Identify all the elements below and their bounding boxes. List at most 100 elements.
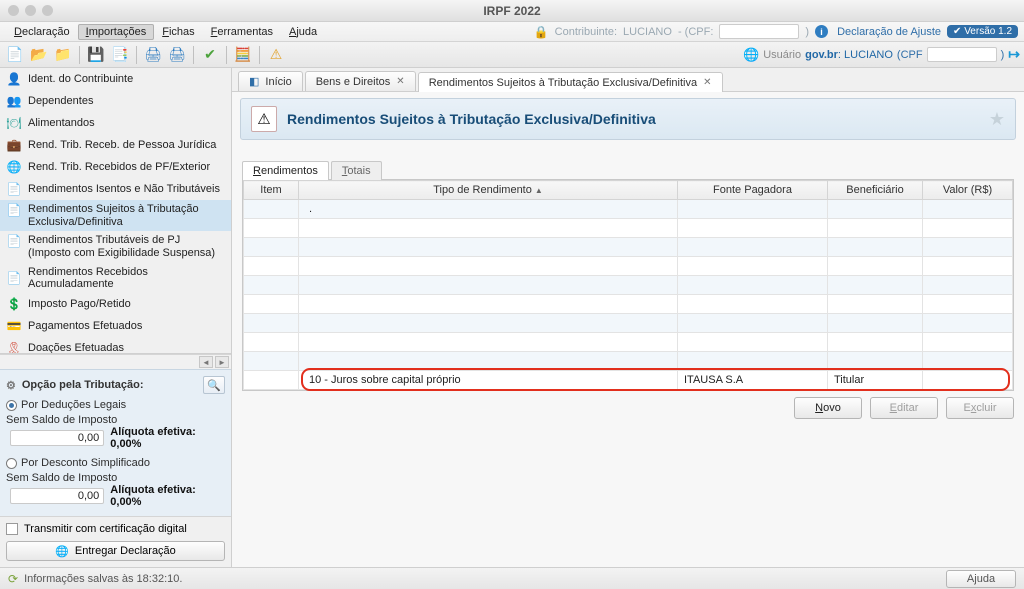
nav-item-icon: 🌐	[6, 159, 22, 175]
cell-tipo	[299, 219, 678, 238]
sidebar-item[interactable]: 🌐Rend. Trib. Recebidos de PF/Exterior	[0, 156, 231, 178]
exit-icon[interactable]: ↦	[1008, 46, 1020, 63]
table-row[interactable]	[244, 238, 1013, 257]
cell-benef	[828, 238, 923, 257]
sidebar-item[interactable]: 👤Ident. do Contribuinte	[0, 68, 231, 90]
table-row[interactable]	[244, 333, 1013, 352]
deliver-button[interactable]: 🌐 Entregar Declaração	[6, 541, 225, 561]
cell-fonte	[678, 352, 828, 371]
copy-icon[interactable]: 📑	[109, 44, 131, 66]
edit-button[interactable]: Editar	[870, 397, 938, 419]
transmit-row[interactable]: Transmitir com certificação digital	[0, 516, 231, 539]
tab[interactable]: ◧Início	[238, 71, 303, 91]
scroll-left-icon[interactable]: ◄	[199, 356, 213, 368]
check-icon[interactable]: ✔	[199, 44, 221, 66]
magnifier-button[interactable]: 🔍	[203, 376, 225, 394]
table-row[interactable]: 10 - Juros sobre capital próprioITAUSA S…	[244, 371, 1013, 390]
print-icon[interactable]: 🖨	[142, 44, 164, 66]
cell-item	[244, 257, 299, 276]
new-icon[interactable]: 📄	[4, 44, 26, 66]
cell-benef	[828, 219, 923, 238]
sidebar-item[interactable]: 📄Rendimentos Tributáveis de PJ (Imposto …	[0, 231, 231, 262]
table-row[interactable]	[244, 295, 1013, 314]
user-value: LUCIANO	[844, 49, 893, 61]
col-tipo[interactable]: Tipo de Rendimento▲	[299, 181, 678, 200]
cell-benef	[828, 276, 923, 295]
opt1-label: Por Deduções Legais	[21, 399, 126, 411]
radio-simplificado[interactable]: Por Desconto Simplificado	[6, 456, 225, 470]
nav-item-label: Dependentes	[28, 95, 225, 107]
calc-icon[interactable]: 🧮	[232, 44, 254, 66]
toolbar-separator	[193, 46, 194, 64]
sidebar-item[interactable]: 💼Rend. Trib. Receb. de Pessoa Jurídica	[0, 134, 231, 156]
menu-ferramentas[interactable]: Ferramentas	[203, 24, 281, 40]
cell-item	[244, 276, 299, 295]
delete-button[interactable]: Excluir	[946, 397, 1014, 419]
sidebar-item[interactable]: 💲Imposto Pago/Retido	[0, 293, 231, 315]
sidebar-item[interactable]: 🎗Doações Efetuadas	[0, 337, 231, 355]
print2-icon[interactable]: 🖨	[166, 44, 188, 66]
cpf-prefix: - (CPF:	[678, 26, 713, 38]
favorite-star-icon[interactable]: ★	[989, 109, 1005, 130]
sidebar-item[interactable]: 📄Rendimentos Recebidos Acumuladamente	[0, 263, 231, 293]
cpf-field-top[interactable]	[719, 24, 799, 39]
save-icon[interactable]: 💾	[85, 44, 107, 66]
nav-item-label: Rendimentos Recebidos Acumuladamente	[28, 266, 225, 290]
sidebar-item[interactable]: 📄Rendimentos Isentos e Não Tributáveis	[0, 178, 231, 200]
close-tab-icon[interactable]: ✕	[396, 76, 404, 87]
col-benef[interactable]: Beneficiário	[828, 181, 923, 200]
cpf-field-toolbar[interactable]	[927, 47, 997, 62]
radio-deducoes[interactable]: Por Deduções Legais	[6, 398, 225, 412]
open-icon[interactable]: 📂	[28, 44, 50, 66]
subtab[interactable]: Totais	[331, 161, 382, 180]
new-button[interactable]: Novo	[794, 397, 862, 419]
aliq-2: Alíquota efetiva: 0,00%	[110, 484, 225, 508]
menu-importações[interactable]: Importações	[78, 24, 155, 40]
checkbox-icon[interactable]	[6, 523, 18, 535]
tab[interactable]: Rendimentos Sujeitos à Tributação Exclus…	[418, 72, 723, 92]
folder-import-icon[interactable]: 📁	[52, 44, 74, 66]
col-valor[interactable]: Valor (R$)	[923, 181, 1013, 200]
tab[interactable]: Bens e Direitos ✕	[305, 71, 416, 91]
nav-item-label: Rendimentos Sujeitos à Tributação Exclus…	[28, 203, 225, 228]
info-icon[interactable]: i	[815, 25, 828, 38]
nav-item-icon: 📄	[6, 234, 22, 250]
warning-icon[interactable]: ⚠	[265, 44, 287, 66]
col-tipo-label: Tipo de Rendimento	[433, 184, 532, 196]
scroll-right-icon[interactable]: ►	[215, 356, 229, 368]
col-fonte[interactable]: Fonte Pagadora	[678, 181, 828, 200]
sidebar-item[interactable]: 🍽Alimentandos	[0, 112, 231, 134]
sidebar-item[interactable]: 📄 Rendimentos Sujeitos à Tributação Exclu…	[0, 200, 231, 231]
close-tab-icon[interactable]: ✕	[703, 77, 711, 88]
nav-hscroll[interactable]: ◄ ►	[0, 354, 231, 369]
tab-label: Bens e Direitos	[316, 76, 391, 88]
subtab[interactable]: Rendimentos	[242, 161, 329, 180]
cell-tipo	[299, 257, 678, 276]
data-grid[interactable]: Item Tipo de Rendimento▲ Fonte Pagadora …	[243, 180, 1013, 390]
help-button[interactable]: Ajuda	[946, 570, 1016, 588]
transmit-label: Transmitir com certificação digital	[24, 523, 187, 535]
cell-item	[244, 371, 299, 390]
sidebar-item[interactable]: 👥Dependentes	[0, 90, 231, 112]
table-row[interactable]	[244, 314, 1013, 333]
cell-benef	[828, 200, 923, 219]
menu-ajuda[interactable]: Ajuda	[281, 24, 325, 40]
nav-item-icon: 📄	[6, 181, 22, 197]
table-row[interactable]	[244, 276, 1013, 295]
col-item[interactable]: Item	[244, 181, 299, 200]
panel-header: ⚠ Rendimentos Sujeitos à Tributação Excl…	[240, 98, 1016, 140]
cell-valor	[923, 219, 1013, 238]
excluir-rest: cluir	[976, 402, 996, 414]
menu-fichas[interactable]: Fichas	[154, 24, 202, 40]
sidebar-item[interactable]: 💳Pagamentos Efetuados	[0, 315, 231, 337]
menu-declaração[interactable]: Declaração	[6, 24, 78, 40]
nav-list[interactable]: 👤Ident. do Contribuinte👥Dependentes🍽Alim…	[0, 68, 231, 354]
table-row[interactable]	[244, 219, 1013, 238]
value-field-2[interactable]: 0,00	[10, 488, 104, 504]
table-row[interactable]	[244, 352, 1013, 371]
table-row[interactable]	[244, 257, 1013, 276]
table-row[interactable]: .	[244, 200, 1013, 219]
nav-item-icon: 📄	[6, 203, 22, 219]
value-field-1[interactable]: 0,00	[10, 430, 104, 446]
ajuste-link[interactable]: Declaração de Ajuste	[837, 26, 941, 38]
